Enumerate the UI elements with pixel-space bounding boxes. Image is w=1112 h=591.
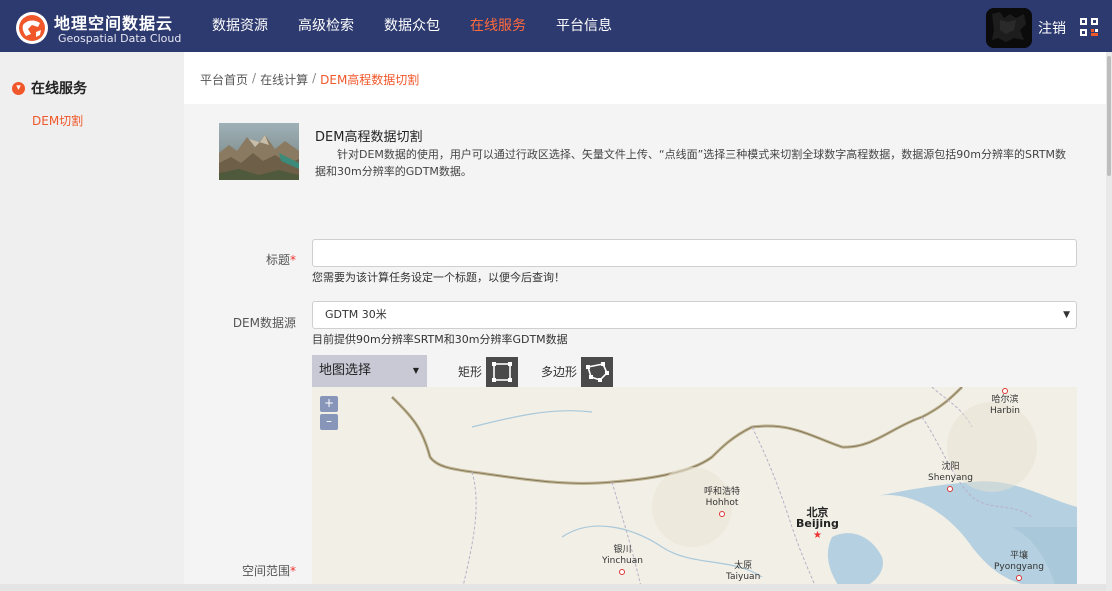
- terrain-image: [219, 123, 299, 180]
- city-name-cn: 太原: [734, 561, 753, 571]
- globe-logo-icon: [16, 12, 48, 44]
- horizontal-scrollbar[interactable]: [0, 584, 1106, 591]
- sidebar-heading[interactable]: ▾ 在线服务: [12, 78, 87, 98]
- user-avatar[interactable]: [986, 8, 1032, 48]
- city-name-en: Harbin: [990, 406, 1020, 416]
- rectangle-tool-button[interactable]: [486, 357, 518, 387]
- map-mode-value: 地图选择: [319, 363, 372, 378]
- polygon-tool-button[interactable]: [581, 357, 613, 387]
- city-name-cn: 哈尔滨: [991, 395, 1019, 405]
- nav-advanced-search[interactable]: 高级检索: [298, 0, 354, 52]
- title-hint: 您需要为该计算任务设定一个标题，以便今后查询！: [312, 271, 565, 284]
- nav-online-services[interactable]: 在线服务: [470, 0, 526, 52]
- city-marker-icon: [719, 511, 725, 517]
- city-marker-icon: [1015, 575, 1022, 581]
- capital-star-icon: ★: [812, 530, 822, 541]
- scrollbar-thumb[interactable]: [1107, 56, 1111, 176]
- breadcrumb-current: DEM高程数据切割: [320, 73, 420, 87]
- city-marker-icon: [619, 569, 626, 575]
- map-mode-select[interactable]: 地图选择 ▼: [312, 355, 427, 387]
- source-label: DEM数据源: [232, 316, 296, 330]
- logout-link[interactable]: 注销: [1038, 18, 1066, 38]
- city-hohhot[interactable]: 呼和浩特 Hohhot: [704, 487, 740, 517]
- caret-down-icon: ▼: [412, 366, 419, 375]
- city-pyongyang[interactable]: 平壤 Pyongyang: [994, 551, 1044, 581]
- breadcrumb-bar: 平台首页 / 在线计算 / DEM高程数据切割: [184, 52, 1106, 104]
- city-harbin[interactable]: 哈尔滨 Harbin: [990, 387, 1020, 417]
- dem-thumbnail: [219, 123, 299, 180]
- caret-down-icon: ▼: [1063, 310, 1070, 320]
- qr-code-icon[interactable]: [1080, 18, 1098, 36]
- title-label: 标题*: [186, 251, 296, 268]
- main-content: DEM高程数据切割 针对DEM数据的使用，用户可以通过行政区选择、矢量文件上传、…: [184, 104, 1106, 591]
- map-canvas[interactable]: + – 哈尔滨 Harbin 沈阳 Shenyang 呼和浩特 Hohhot 北…: [312, 387, 1077, 591]
- logo-subtitle: Geospatial Data Cloud: [58, 32, 182, 45]
- dem-source-select[interactable]: GDTM 30米 ▼: [312, 301, 1077, 329]
- polygon-icon: [586, 362, 609, 382]
- intro-title: DEM高程数据切割: [315, 130, 423, 145]
- breadcrumb-online-compute[interactable]: 在线计算: [260, 71, 308, 88]
- top-navbar: 地理空间数据云 Geospatial Data Cloud 数据资源 高级检索 …: [0, 0, 1112, 52]
- city-name-en: Taiyuan: [726, 572, 761, 582]
- breadcrumb-separator: /: [312, 71, 317, 85]
- dem-source-value: GDTM 30米: [325, 308, 387, 321]
- extent-label: 空间范围*: [186, 562, 296, 579]
- city-marker-icon: [947, 486, 954, 492]
- main-nav: 数据资源 高级检索 数据众包 在线服务 平台信息: [212, 0, 642, 52]
- city-name-en: Beijing: [796, 517, 839, 530]
- title-label-text: 标题: [265, 253, 290, 267]
- source-hint: 目前提供90m分辨率SRTM和30m分辨率GDTM数据: [312, 333, 568, 346]
- city-name-cn: 呼和浩特: [704, 487, 741, 497]
- required-mark: *: [290, 253, 296, 267]
- city-name-en: Hohhot: [705, 498, 739, 508]
- sidebar: ▾ 在线服务 DEM切割: [0, 52, 184, 584]
- rectangle-label: 矩形: [458, 365, 483, 379]
- city-shenyang[interactable]: 沈阳 Shenyang: [928, 462, 973, 492]
- chevron-down-icon: ▾: [12, 81, 25, 95]
- city-marker-icon: [1001, 388, 1008, 394]
- city-yinchuan[interactable]: 银川 Yinchuan: [602, 545, 643, 575]
- nav-data-resources[interactable]: 数据资源: [212, 0, 268, 52]
- breadcrumb: 平台首页 / 在线计算 / DEM高程数据切割: [200, 71, 419, 88]
- breadcrumb-home[interactable]: 平台首页: [200, 71, 248, 88]
- extent-label-text: 空间范围: [241, 564, 290, 578]
- site-logo[interactable]: 地理空间数据云 Geospatial Data Cloud: [14, 8, 184, 46]
- sidebar-title: 在线服务: [31, 81, 87, 97]
- avatar-image: [986, 8, 1032, 48]
- nav-platform-info[interactable]: 平台信息: [556, 0, 612, 52]
- nav-crowdsourcing[interactable]: 数据众包: [384, 0, 440, 52]
- zoom-out-button[interactable]: –: [320, 414, 338, 430]
- city-beijing[interactable]: 北京 Beijing ★: [796, 507, 839, 541]
- city-name-cn: 平壤: [1009, 551, 1028, 561]
- city-name-cn: 银川: [613, 545, 632, 555]
- city-name-en: Pyongyang: [994, 562, 1044, 572]
- sidebar-item-dem-clip[interactable]: DEM切割: [32, 112, 83, 129]
- city-name-en: Shenyang: [928, 473, 973, 483]
- required-mark: *: [290, 564, 296, 578]
- intro-description: 针对DEM数据的使用，用户可以通过行政区选择、矢量文件上传、“点线面”选择三种模…: [315, 148, 1067, 178]
- rectangle-icon: [492, 362, 512, 382]
- zoom-in-button[interactable]: +: [320, 396, 338, 412]
- title-input[interactable]: [312, 239, 1077, 267]
- city-name-cn: 沈阳: [941, 462, 960, 472]
- logo-title: 地理空间数据云: [54, 14, 174, 33]
- vertical-scrollbar[interactable]: [1106, 52, 1112, 591]
- city-name-en: Yinchuan: [602, 556, 643, 566]
- polygon-label: 多边形: [541, 365, 578, 379]
- breadcrumb-separator: /: [252, 71, 257, 85]
